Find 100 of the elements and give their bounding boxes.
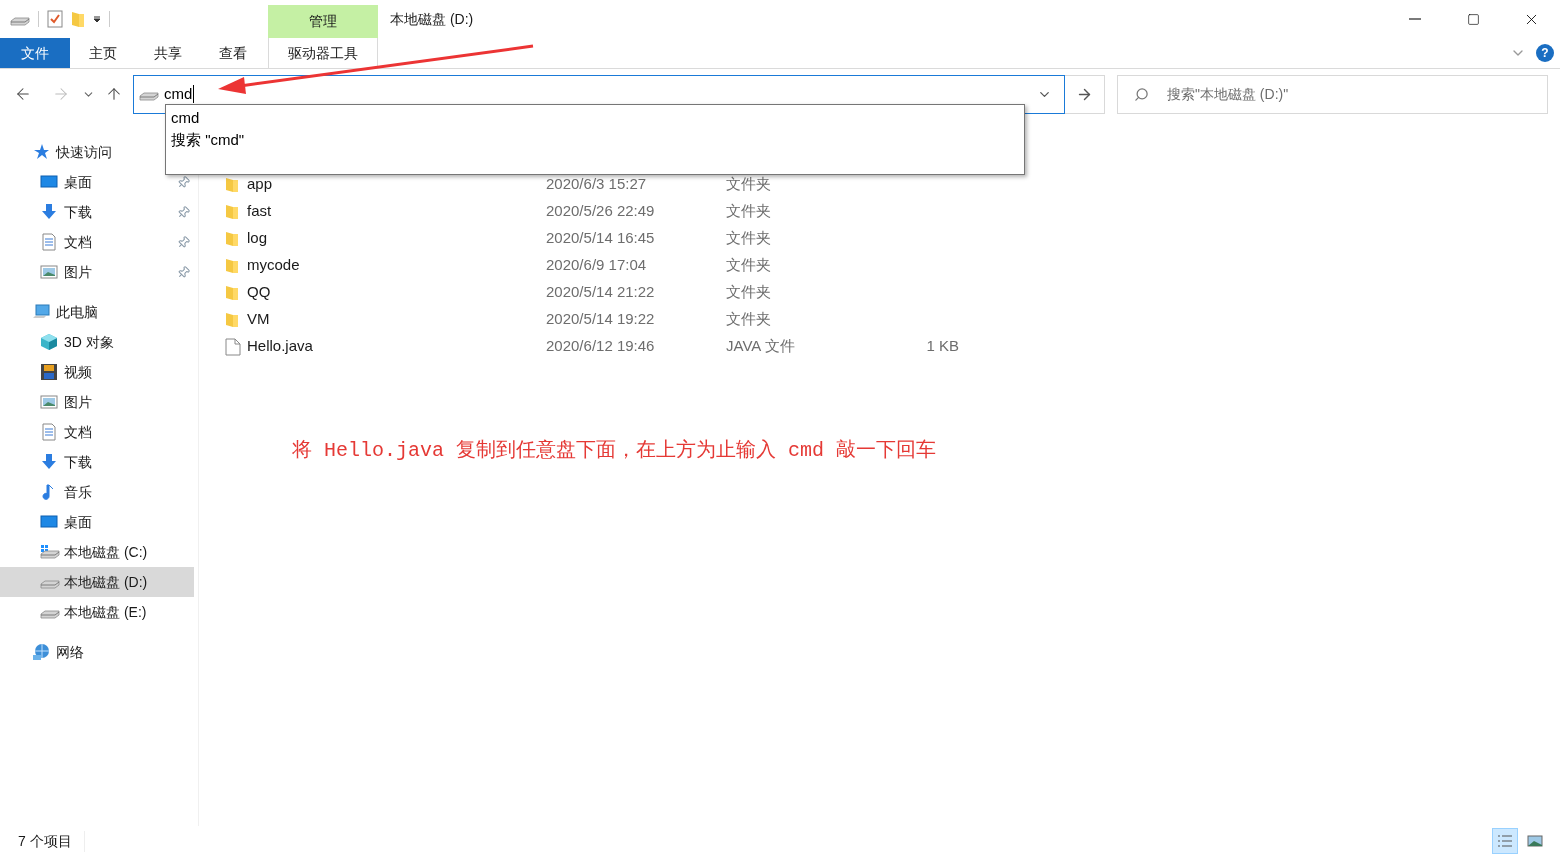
nav-label: 本地磁盘 (C:) xyxy=(64,542,149,562)
forward-arrow-icon[interactable] xyxy=(52,85,70,103)
file-date: 2020/5/14 19:22 xyxy=(546,309,656,330)
nav-label: 快速访问 xyxy=(56,142,113,162)
document-icon xyxy=(40,423,58,441)
film-icon xyxy=(40,363,58,381)
file-name[interactable]: mycode xyxy=(247,254,546,277)
nav-label: 下载 xyxy=(64,452,93,472)
folder-icon xyxy=(225,257,239,274)
nav-label: 网络 xyxy=(56,642,85,662)
network-globe-icon xyxy=(32,643,50,661)
details-list-icon xyxy=(1497,834,1513,848)
address-input-text: cmd xyxy=(164,85,195,103)
nav-label: 本地磁盘 (E:) xyxy=(64,602,148,622)
file-date: 2020/6/12 19:46 xyxy=(546,336,656,357)
download-arrow-icon xyxy=(40,203,58,221)
folder-icon xyxy=(225,230,239,247)
folder-icon[interactable] xyxy=(71,10,85,28)
nav-label: 桌面 xyxy=(64,512,93,532)
file-type: 文件夹 xyxy=(726,255,772,276)
document-icon xyxy=(40,233,58,251)
nav-item[interactable]: 视频 xyxy=(0,357,194,387)
file-date: 2020/6/9 17:04 xyxy=(546,255,648,276)
ribbon-tab[interactable]: 文件 xyxy=(0,38,70,68)
ribbon-tab[interactable]: 查看 xyxy=(200,38,265,68)
file-date: 2020/6/3 15:27 xyxy=(546,174,648,195)
context-tab-header: 管理 xyxy=(268,5,378,38)
nav-item[interactable]: 文档 xyxy=(0,227,194,257)
file-name[interactable]: QQ xyxy=(247,281,546,304)
suggestion-item[interactable]: 搜索 "cmd" xyxy=(171,129,1024,151)
nav-label: 文档 xyxy=(64,232,93,252)
file-type: 文件夹 xyxy=(726,201,772,222)
ribbon-tab[interactable]: 共享 xyxy=(135,38,200,68)
file-type: 文件夹 xyxy=(726,282,772,303)
ribbon-tab[interactable]: 主页 xyxy=(70,38,135,68)
nav-item[interactable]: 3D 对象 xyxy=(0,327,194,357)
file-date: 2020/5/26 22:49 xyxy=(546,201,656,222)
file-name[interactable]: Hello.java xyxy=(247,335,546,358)
desktop-icon xyxy=(40,513,58,531)
nav-item[interactable]: 下载 xyxy=(0,197,194,227)
nav-item[interactable]: 桌面 xyxy=(0,167,194,197)
file-type: 文件夹 xyxy=(726,174,772,195)
folder-icon xyxy=(225,203,239,220)
nav-item[interactable]: 网络 xyxy=(0,637,194,667)
file-date: 2020/5/14 16:45 xyxy=(546,228,656,249)
file-name[interactable]: app xyxy=(247,173,546,196)
search-placeholder: 搜索"本地磁盘 (D:)" xyxy=(1167,84,1289,104)
nav-item[interactable]: 音乐 xyxy=(0,477,194,507)
computer-icon xyxy=(32,303,50,321)
details-view-button[interactable] xyxy=(1492,828,1518,854)
file-date: 2020/5/14 21:22 xyxy=(546,282,656,303)
nav-item[interactable]: 下载 xyxy=(0,447,194,477)
file-type: JAVA 文件 xyxy=(726,336,796,357)
nav-label: 本地磁盘 (D:) xyxy=(64,572,149,592)
nav-label: 图片 xyxy=(64,262,93,282)
nav-label: 视频 xyxy=(64,362,93,382)
ribbon-tab[interactable]: 驱动器工具 xyxy=(268,38,378,68)
window-title: 本地磁盘 (D:) xyxy=(390,9,474,29)
folder-icon xyxy=(225,284,239,301)
dropdown-caret-icon[interactable] xyxy=(93,15,101,23)
desktop-icon xyxy=(40,173,58,191)
download-arrow-icon xyxy=(40,453,58,471)
nav-label: 桌面 xyxy=(64,172,93,192)
nav-item[interactable]: 本地磁盘 (D:) xyxy=(0,567,194,597)
minimize-icon xyxy=(1409,18,1421,20)
nav-item[interactable]: 图片 xyxy=(0,257,194,287)
file-size: 1 KB xyxy=(925,336,959,357)
folder-icon xyxy=(225,311,239,328)
nav-item[interactable]: 本地磁盘 (C:) xyxy=(0,537,194,567)
picture-icon xyxy=(40,263,58,281)
nav-label: 音乐 xyxy=(64,482,93,502)
nav-item[interactable]: 图片 xyxy=(0,387,194,417)
nav-item[interactable]: 桌面 xyxy=(0,507,194,537)
properties-icon[interactable] xyxy=(47,10,63,28)
go-button[interactable] xyxy=(1065,74,1105,114)
file-name[interactable]: log xyxy=(247,227,546,250)
thumbnail-picture-icon xyxy=(1527,834,1543,848)
drive-icon xyxy=(40,545,60,559)
nav-item[interactable]: 此电脑 xyxy=(0,297,194,327)
file-name[interactable]: VM xyxy=(247,308,546,331)
nav-item[interactable]: 本地磁盘 (E:) xyxy=(0,597,194,627)
nav-label: 文档 xyxy=(64,422,93,442)
nav-item[interactable]: 文档 xyxy=(0,417,194,447)
help-icon[interactable]: ? xyxy=(1536,44,1554,62)
nav-label: 3D 对象 xyxy=(64,332,115,352)
star-icon xyxy=(32,143,50,161)
nav-label: 下载 xyxy=(64,202,93,222)
search-icon xyxy=(1134,86,1149,102)
nav-label: 图片 xyxy=(64,392,93,412)
file-type: 文件夹 xyxy=(726,228,772,249)
search-field[interactable]: 搜索"本地磁盘 (D:)" xyxy=(1117,74,1548,114)
file-icon xyxy=(225,337,241,356)
maximize-icon xyxy=(1466,12,1480,26)
nav-label: 此电脑 xyxy=(56,302,99,322)
annotation-text: 将 Hello.java 复制到任意盘下面，在上方为止输入 cmd 敲一下回车 xyxy=(292,438,938,464)
cube-icon xyxy=(40,333,58,351)
file-type: 文件夹 xyxy=(726,309,772,330)
folder-icon xyxy=(225,176,239,193)
item-count: 7 个项目 xyxy=(18,830,85,852)
file-name[interactable]: fast xyxy=(247,200,546,223)
